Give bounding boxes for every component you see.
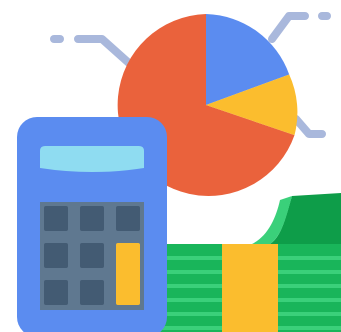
calculator-accent-key: [116, 243, 140, 305]
connector-left-line: [74, 35, 134, 68]
money-stack-icon: [150, 193, 341, 332]
money-band: [222, 244, 278, 332]
connector-top-right-line: [268, 12, 309, 43]
connector-bottom-right-line: [292, 115, 326, 138]
calculator-icon: [17, 117, 167, 332]
finance-illustration: [17, 12, 341, 332]
calculator-screen: [40, 146, 144, 172]
